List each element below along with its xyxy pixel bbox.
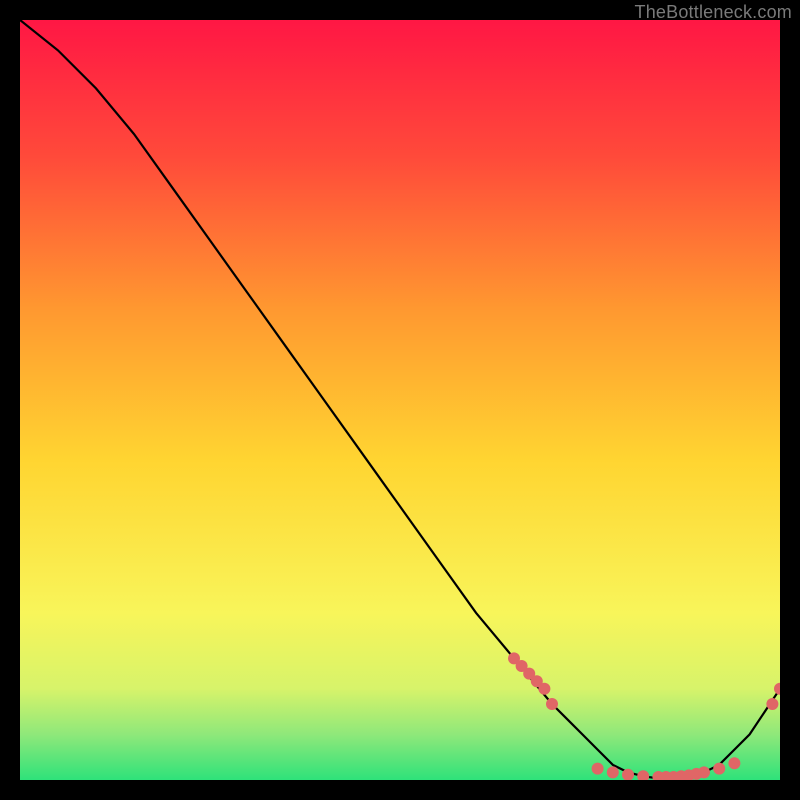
data-point — [607, 766, 619, 778]
data-point — [713, 763, 725, 775]
chart-frame: TheBottleneck.com — [0, 0, 800, 800]
chart-plot — [20, 20, 780, 780]
data-point — [698, 766, 710, 778]
data-point — [728, 757, 740, 769]
data-point — [538, 683, 550, 695]
data-point — [592, 763, 604, 775]
data-point — [766, 698, 778, 710]
data-point — [546, 698, 558, 710]
